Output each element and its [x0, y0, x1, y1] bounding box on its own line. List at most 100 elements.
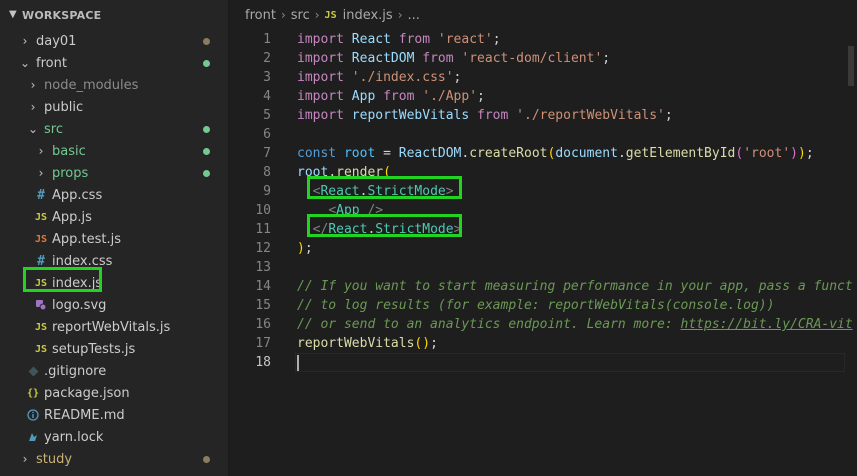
tree-item-app-test-js[interactable]: JS App.test.js [0, 228, 228, 250]
code-line: 1 import React from 'react'; [229, 30, 857, 49]
css-file-icon: # [37, 187, 45, 203]
chevron-right-icon: › [397, 8, 403, 22]
code-comment: // If you want to start measuring perfor… [297, 279, 853, 294]
workspace-header[interactable]: ▼ WORKSPACE [0, 0, 228, 30]
code-text: import App from './App'; [297, 89, 485, 104]
js-file-icon: JS [34, 277, 48, 289]
chevron-right-icon: › [280, 8, 286, 22]
tree-item-gitignore[interactable]: .gitignore [0, 360, 228, 382]
git-status-dot [203, 456, 210, 463]
code-line: 12); [229, 239, 857, 258]
tree-item-setuptests-js[interactable]: JS setupTests.js [0, 338, 228, 360]
tree-item-src[interactable]: ⌄ src [0, 118, 228, 140]
code-text: import ReactDOM from 'react-dom/client'; [297, 51, 611, 66]
svg-file-icon [34, 299, 48, 311]
code-text: import reportWebVitals from './reportWeb… [297, 108, 673, 123]
code-text: ); [297, 241, 313, 256]
tree-item-label: basic [52, 143, 86, 159]
line-number: 17 [255, 336, 271, 351]
tree-item-front[interactable]: ⌄ front [0, 52, 228, 74]
code-line: 9 <React.StrictMode> [229, 182, 857, 201]
tree-item-label: public [44, 99, 84, 115]
code-line: 2 import ReactDOM from 'react-dom/client'… [229, 49, 857, 68]
tree-item-label: src [44, 121, 63, 137]
scrollbar-thumb[interactable] [848, 46, 854, 86]
line-number: 6 [263, 127, 271, 142]
tree-item-study[interactable]: › study [0, 448, 228, 470]
line-number: 12 [255, 241, 271, 256]
code-line: 5 import reportWebVitals from './reportWe… [229, 106, 857, 125]
vertical-scrollbar[interactable] [843, 30, 857, 476]
tree-item-label: node_modules [44, 77, 139, 93]
tree-item-label: setupTests.js [52, 341, 136, 357]
git-status-dot [203, 148, 210, 155]
breadcrumb: front › src › JS index.js › ... [229, 0, 857, 30]
tree-item-readme-md[interactable]: README.md [0, 404, 228, 426]
code-editor[interactable]: front › src › JS index.js › ... 1 import … [229, 0, 857, 476]
tree-item-index-css[interactable]: # index.css [0, 250, 228, 272]
tree-item-day01[interactable]: › day01 [0, 30, 228, 52]
git-status-dot [203, 170, 210, 177]
code-text: root.render( [297, 165, 391, 180]
code-line-current: 18 [229, 353, 857, 372]
line-number: 15 [255, 298, 271, 313]
tree-item-public[interactable]: › public [0, 96, 228, 118]
current-line-highlight [295, 353, 845, 372]
code-line: 17 reportWebVitals(); [229, 334, 857, 353]
code-line: 3 import './index.css'; [229, 68, 857, 87]
tree-item-label: reportWebVitals.js [52, 319, 171, 335]
breadcrumb-item[interactable]: src [291, 8, 310, 23]
tree-item-logo-svg[interactable]: logo.svg [0, 294, 228, 316]
chevron-right-icon: › [38, 166, 44, 180]
css-file-icon: # [37, 253, 45, 269]
line-number: 3 [263, 70, 271, 85]
line-number: 2 [263, 51, 271, 66]
code-line: 14 // If you want to start measuring perf… [229, 277, 857, 296]
tree-item-app-css[interactable]: # App.css [0, 184, 228, 206]
line-number: 13 [255, 260, 271, 275]
tree-item-label: day01 [36, 33, 77, 49]
tree-item-label: App.test.js [52, 231, 122, 247]
tree-item-props[interactable]: › props [0, 162, 228, 184]
tree-item-yarn-lock[interactable]: yarn.lock [0, 426, 228, 448]
tree-item-index-js[interactable]: JS index.js [0, 272, 228, 294]
code-text: const root = ReactDOM.createRoot(documen… [297, 146, 814, 161]
chevron-right-icon: › [22, 34, 28, 48]
chevron-down-icon: ⌄ [19, 56, 31, 70]
js-file-icon: JS [34, 343, 48, 355]
code-comment: // or send to an analytics endpoint. Lea… [297, 317, 853, 332]
git-status-dot [203, 126, 210, 133]
tree-item-label: props [52, 165, 89, 181]
code-line: 7 const root = ReactDOM.createRoot(docume… [229, 144, 857, 163]
tree-item-app-js[interactable]: JS App.js [0, 206, 228, 228]
line-number: 9 [263, 184, 271, 199]
text-cursor [297, 355, 299, 371]
comment-link[interactable]: https://bit.ly/CRA-vit [681, 317, 853, 332]
breadcrumb-item[interactable]: ... [408, 8, 420, 23]
code-text: import './index.css'; [297, 70, 462, 85]
code-line: 11 </React.StrictMode> [229, 220, 857, 239]
breadcrumb-item[interactable]: index.js [343, 8, 393, 23]
line-number: 4 [263, 89, 271, 104]
code-area[interactable]: 1 import React from 'react'; 2 import Reac… [229, 30, 857, 372]
js-file-icon: JS [34, 211, 48, 223]
tree-item-label: index.js [52, 275, 103, 291]
code-line: 6 [229, 125, 857, 144]
workspace-title: WORKSPACE [22, 8, 102, 22]
chevron-right-icon: › [22, 452, 28, 466]
tree-item-label: .gitignore [44, 363, 107, 379]
chevron-down-icon: ▼ [9, 9, 17, 20]
code-line: 13 [229, 258, 857, 277]
tree-item-package-json[interactable]: {} package.json [0, 382, 228, 404]
tree-item-label: yarn.lock [44, 429, 104, 445]
git-status-dot [203, 60, 210, 67]
line-number: 7 [263, 146, 271, 161]
breadcrumb-item[interactable]: front [245, 8, 276, 23]
git-status-dot [203, 38, 210, 45]
tree-item-label: logo.svg [52, 297, 107, 313]
code-text: import React from 'react'; [297, 32, 501, 47]
tree-item-reportwebvitals-js[interactable]: JS reportWebVitals.js [0, 316, 228, 338]
code-line: 8 root.render( [229, 163, 857, 182]
tree-item-node-modules[interactable]: › node_modules [0, 74, 228, 96]
tree-item-basic[interactable]: › basic [0, 140, 228, 162]
